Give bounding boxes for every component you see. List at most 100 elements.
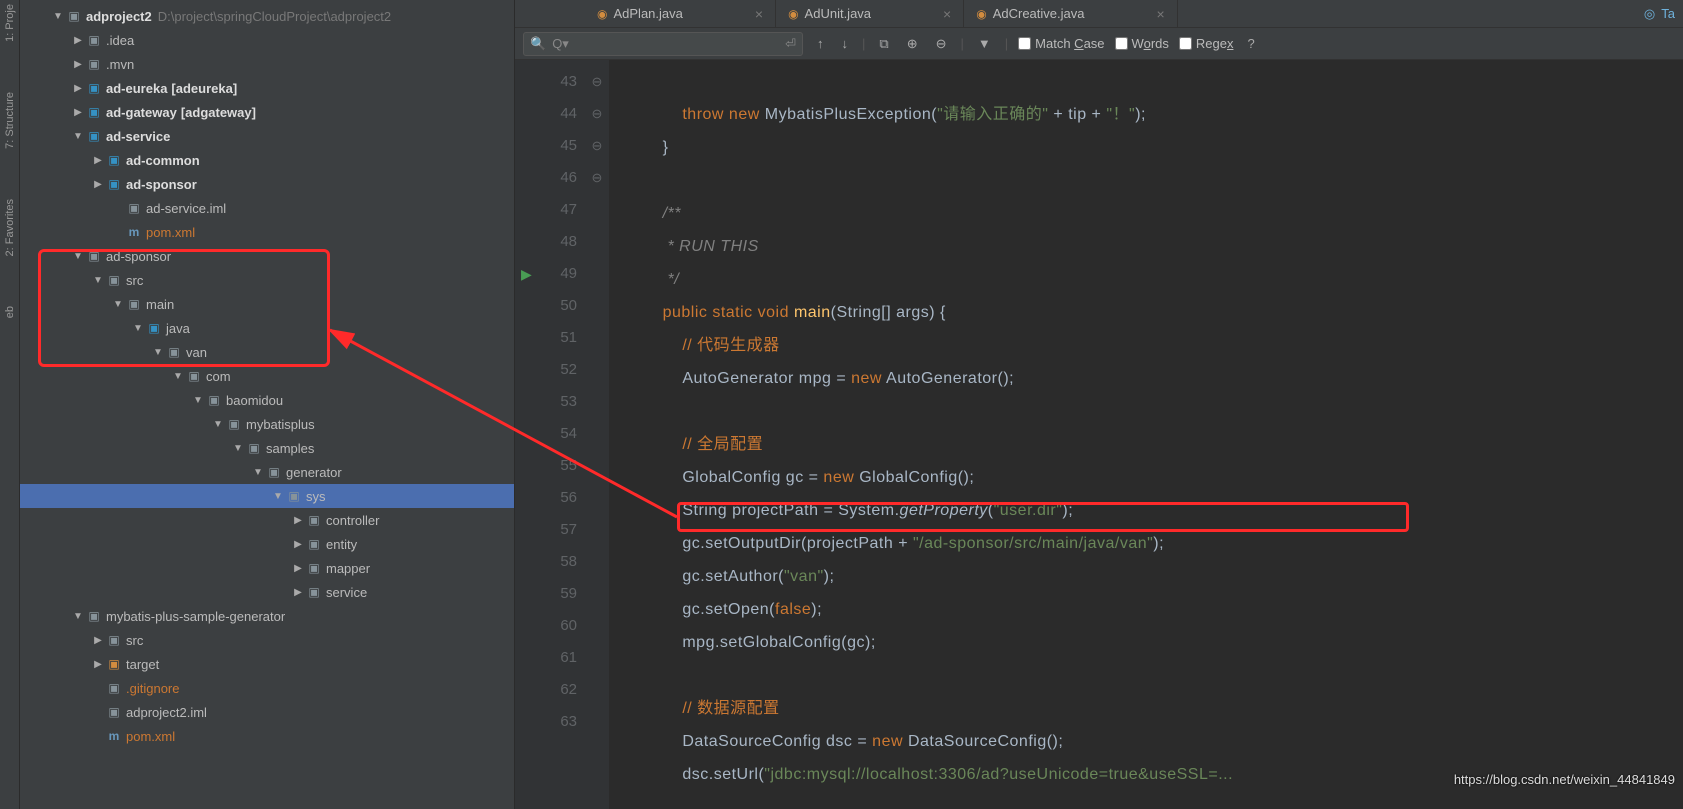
tree-node-pom-xml[interactable]: mpom.xml [20,220,514,244]
tree-node-service[interactable]: ▶▣service [20,580,514,604]
add-selection-button[interactable]: ⊕ [903,34,922,54]
expand-arrow-icon[interactable]: ▶ [290,539,306,550]
tree-node-ad-sponsor[interactable]: ▼▣ad-sponsor [20,244,514,268]
tree-node-ad-common[interactable]: ▶▣ad-common [20,148,514,172]
tree-node-com[interactable]: ▼▣com [20,364,514,388]
tree-node-van[interactable]: ▼▣van [20,340,514,364]
module-icon: ▣ [86,104,102,120]
close-icon[interactable]: × [755,6,763,22]
java-file-icon: ◉ [788,7,798,21]
expand-arrow-icon[interactable]: ▼ [210,419,226,430]
tab-adplan[interactable]: ◉AdPlan.java× [585,0,776,27]
tree-node-target[interactable]: ▶▣target [20,652,514,676]
expand-arrow-icon[interactable]: ▼ [70,611,86,622]
expand-arrow-icon[interactable]: ▶ [70,83,86,94]
node-label: mybatis-plus-sample-generator [106,609,285,624]
expand-arrow-icon[interactable]: ▼ [250,467,266,478]
module-icon: ▣ [86,128,102,144]
tree-node-mybatis-plus-sample-generator[interactable]: ▼▣mybatis-plus-sample-generator [20,604,514,628]
expand-arrow-icon[interactable]: ▼ [150,347,166,358]
tree-node-mybatisplus[interactable]: ▼▣mybatisplus [20,412,514,436]
gutter-icons: ⊖⊖⊖⊖ [585,60,609,809]
folder-icon: ▣ [246,440,262,456]
tree-node-ad-gateway[interactable]: ▶▣ad-gateway[adgateway] [20,100,514,124]
expand-arrow-icon[interactable]: ▶ [290,515,306,526]
code-area[interactable]: throw new MybatisPlusException("请输入正确的" … [609,60,1683,809]
tree-node-adproject2-iml[interactable]: ▣adproject2.iml [20,700,514,724]
tree-node--gitignore[interactable]: ▣.gitignore [20,676,514,700]
expand-arrow-icon[interactable]: ▶ [90,179,106,190]
node-label: adproject2.iml [126,705,207,720]
match-case-option[interactable]: Match Case [1018,36,1104,51]
expand-arrow-icon[interactable]: ▼ [110,299,126,310]
tool-eb[interactable]: eb [4,306,16,318]
tree-node-controller[interactable]: ▶▣ controller [20,508,514,532]
expand-arrow-icon[interactable]: ▶ [70,35,86,46]
expand-arrow-icon[interactable]: ▶ [290,563,306,574]
expand-arrow-icon[interactable]: ▶ [90,635,106,646]
help-icon[interactable]: ? [1243,34,1258,53]
expand-arrow-icon[interactable]: ▼ [130,323,146,334]
node-label: ad-service.iml [146,201,226,216]
run-gutter-icon[interactable]: ▶ [521,258,532,290]
search-input[interactable]: 🔍Q▾⏎ [523,32,803,56]
tree-node-src[interactable]: ▼▣src [20,268,514,292]
expand-arrow-icon[interactable]: ▼ [170,371,186,382]
tree-node--idea[interactable]: ▶▣.idea [20,28,514,52]
node-label: ad-gateway [106,105,177,120]
expand-arrow-icon[interactable]: ▼ [90,275,106,286]
editor-tabs: ◉AdPlan.java× ◉AdUnit.java× ◉AdCreative.… [515,0,1683,28]
tree-node-samples[interactable]: ▼▣samples [20,436,514,460]
node-label: service [326,585,367,600]
tree-node-entity[interactable]: ▶▣entity [20,532,514,556]
regex-option[interactable]: Regex [1179,36,1234,51]
expand-arrow-icon[interactable]: ▼ [230,443,246,454]
tab-adunit[interactable]: ◉AdUnit.java× [776,0,964,27]
expand-arrow-icon[interactable]: ▼ [70,251,86,262]
expand-arrow-icon[interactable]: ▶ [70,107,86,118]
tree-node--mvn[interactable]: ▶▣.mvn [20,52,514,76]
close-icon[interactable]: × [943,6,951,22]
tree-node-sys[interactable]: ▼▣sys [20,484,514,508]
tree-node-ad-sponsor[interactable]: ▶▣ad-sponsor [20,172,514,196]
expand-arrow-icon[interactable]: ▶ [90,155,106,166]
node-label: src [126,633,143,648]
remove-selection-button[interactable]: ⊖ [932,34,951,54]
close-icon[interactable]: × [1156,6,1164,22]
tree-node-ad-service[interactable]: ▼▣ad-service [20,124,514,148]
folder-icon: ▣ [106,680,122,696]
tool-project[interactable]: 1: Proje [4,4,16,42]
node-label: baomidou [226,393,283,408]
expand-arrow-icon[interactable]: ▼ [270,491,286,502]
next-match-button[interactable]: ↓ [838,34,853,53]
expand-arrow-icon[interactable]: ▶ [290,587,306,598]
expand-arrow-icon[interactable]: ▶ [90,659,106,670]
folder-icon: ▣ [306,512,322,528]
tree-node-generator[interactable]: ▼▣generator [20,460,514,484]
folder-icon: ▣ [206,392,222,408]
expand-arrow-icon[interactable]: ▼ [70,131,86,142]
tree-node-adproject2[interactable]: ▼▣adproject2D:\project\springCloudProjec… [20,4,514,28]
tree-node-java[interactable]: ▼▣java [20,316,514,340]
tree-node-ad-service-iml[interactable]: ▣ad-service.iml [20,196,514,220]
expand-arrow-icon[interactable]: ▼ [190,395,206,406]
expand-arrow-icon[interactable]: ▼ [50,11,66,22]
tree-node-ad-eureka[interactable]: ▶▣ad-eureka[adeureka] [20,76,514,100]
right-tool[interactable]: ◎Ta [1636,0,1683,27]
words-option[interactable]: Words [1115,36,1169,51]
tab-adcreative[interactable]: ◉AdCreative.java× [964,0,1177,27]
tree-node-main[interactable]: ▼▣main [20,292,514,316]
tool-favorites[interactable]: 2: Favorites [4,199,16,256]
node-label: target [126,657,159,672]
tree-node-baomidou[interactable]: ▼▣ baomidou [20,388,514,412]
enter-icon: ⏎ [785,36,796,52]
filter-icon[interactable]: ▼ [974,34,995,53]
node-label: controller [326,513,379,528]
tool-structure[interactable]: 7: Structure [4,92,16,149]
tree-node-mapper[interactable]: ▶▣mapper [20,556,514,580]
tree-node-pom-xml[interactable]: mpom.xml [20,724,514,748]
expand-arrow-icon[interactable]: ▶ [70,59,86,70]
tree-node-src[interactable]: ▶▣src [20,628,514,652]
prev-match-button[interactable]: ↑ [813,34,828,53]
select-all-button[interactable]: ⧉ [875,34,892,54]
